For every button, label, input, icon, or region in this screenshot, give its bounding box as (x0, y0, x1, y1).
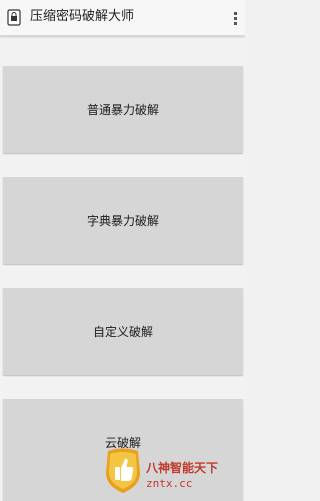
thumbs-up-icon (104, 448, 142, 494)
watermark-title: 八神智能天下 (146, 461, 219, 475)
archive-lock-icon (7, 9, 21, 26)
brute-force-button[interactable]: 普通暴力破解 (3, 66, 243, 153)
brute-force-button-label: 普通暴力破解 (86, 103, 159, 117)
custom-crack-button[interactable]: 自定义破解 (3, 288, 243, 375)
watermark: 八神智能天下 zntx.cc (104, 448, 245, 501)
action-bar: 压缩密码破解大师 (0, 0, 245, 36)
app-title: 压缩密码破解大师 (30, 9, 135, 24)
dictionary-attack-button[interactable]: 字典暴力破解 (3, 177, 243, 264)
app-screen: 压缩密码破解大师 普通暴力破解 字典暴力破解 自定义破解 云破解 八神智能天下 … (0, 0, 245, 501)
dictionary-attack-button-label: 字典暴力破解 (86, 214, 159, 228)
custom-crack-button-label: 自定义破解 (92, 325, 153, 339)
overflow-menu-icon[interactable] (229, 6, 241, 30)
watermark-url: zntx.cc (146, 477, 193, 490)
